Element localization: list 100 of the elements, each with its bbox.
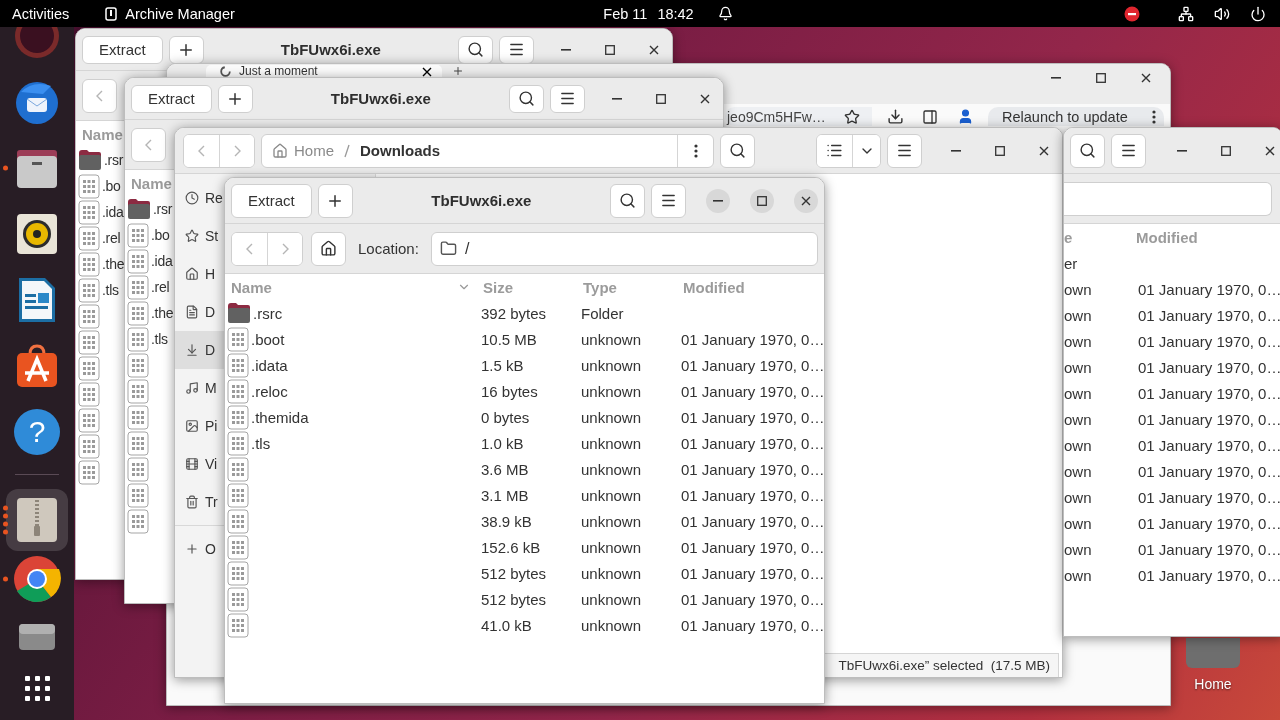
binary-file-icon: [127, 274, 149, 300]
search-button[interactable]: [610, 183, 645, 218]
binary-file-icon: [227, 404, 249, 430]
menu-button[interactable]: [1111, 133, 1146, 168]
list-icon: [826, 142, 843, 159]
chevron-left-icon: [96, 89, 103, 102]
sidebar-item[interactable]: M: [175, 369, 225, 407]
path-segment[interactable]: Downloads: [360, 142, 441, 159]
modified-date: 01 January 1970, 0…: [680, 512, 824, 530]
binary-file-icon: [227, 508, 249, 534]
file-type: unknown: [580, 434, 643, 452]
extract-button[interactable]: Extract: [82, 35, 163, 64]
binary-file-icon: [78, 329, 100, 355]
binary-file-icon: [127, 300, 149, 326]
location-field[interactable]: [1064, 181, 1272, 216]
sidebar-item[interactable]: Re: [175, 179, 225, 217]
modified-date: 01 January 1970, 0…: [1137, 358, 1280, 376]
sidebar-item[interactable]: Vi: [175, 445, 225, 483]
sidebar-item[interactable]: Tr: [175, 483, 225, 521]
menu-button[interactable]: [499, 35, 534, 64]
add-button[interactable]: [168, 35, 204, 64]
file-size: 41.0 kB: [480, 616, 533, 634]
sidebar-item[interactable]: H: [175, 255, 225, 293]
search-button[interactable]: [509, 84, 544, 113]
search-button[interactable]: [1070, 133, 1105, 168]
home-icon: [320, 240, 337, 257]
bookmark-star-icon: [844, 108, 860, 125]
modified-date: 01 January 1970, 0…: [680, 382, 824, 400]
clock-text[interactable]: 18:42: [657, 5, 694, 22]
browser-icon[interactable]: [13, 555, 61, 603]
date-text[interactable]: Feb 11: [603, 5, 648, 22]
modified-date: 01 January 1970, 0…: [1137, 566, 1280, 584]
binary-file-icon: [127, 482, 149, 508]
maximize-icon: [656, 93, 666, 104]
file-size: 3.6 MB: [480, 460, 530, 478]
menu-button[interactable]: [651, 183, 686, 218]
folder-icon: [227, 302, 251, 324]
binary-file-icon: [127, 508, 149, 534]
search-button[interactable]: [720, 133, 755, 168]
desktop-icon-label[interactable]: Home: [1194, 676, 1232, 692]
menu-icon: [660, 192, 677, 209]
close-icon: [649, 44, 659, 55]
file-type: own: [1064, 514, 1093, 532]
home-button[interactable]: [311, 231, 346, 266]
file-name: .boot: [251, 330, 285, 348]
chevron-right-icon: [233, 144, 241, 157]
binary-file-icon: [227, 482, 249, 508]
file-name: .tls: [151, 331, 168, 347]
close-button[interactable]: [794, 188, 818, 213]
modified-date: 01 January 1970, 0…: [680, 564, 824, 582]
folder-outline-icon: [439, 240, 457, 257]
sidebar-item[interactable]: D: [175, 331, 225, 369]
sidebar-item[interactable]: D: [175, 293, 225, 331]
file-type: own: [1064, 410, 1093, 428]
sidebar-item[interactable]: St: [175, 217, 225, 255]
location-field[interactable]: /: [430, 231, 818, 266]
file-name: .rel: [102, 230, 121, 246]
file-name: .tls: [102, 282, 119, 298]
path-bar[interactable]: Home Downloads: [261, 133, 714, 168]
maximize-icon: [1096, 73, 1106, 83]
add-button[interactable]: [217, 84, 253, 113]
file-name: .bo: [151, 227, 170, 243]
file-size: 512 bytes: [480, 590, 548, 608]
search-button[interactable]: [458, 35, 493, 64]
downloads-icon: [185, 343, 199, 357]
extract-button[interactable]: Extract: [231, 183, 312, 218]
modified-date: 01 January 1970, 0…: [680, 538, 824, 556]
sidebar-item[interactable]: O: [175, 530, 225, 568]
loading-icon: [220, 66, 231, 77]
modified-date: 01 January 1970, 0…: [680, 408, 824, 426]
extract-button[interactable]: Extract: [131, 84, 212, 113]
menu-button[interactable]: [550, 84, 585, 113]
maximize-button[interactable]: [750, 188, 774, 213]
help-icon[interactable]: ?: [14, 409, 60, 455]
modified-date: 01 January 1970, 0…: [1137, 514, 1280, 532]
relaunch-button[interactable]: Relaunch to update: [988, 107, 1164, 126]
path-segment[interactable]: Home: [294, 142, 334, 159]
file-type: unknown: [580, 590, 643, 608]
app-menu[interactable]: Archive Manager: [125, 5, 235, 22]
file-name: .tls: [251, 434, 271, 452]
modified-date: 01 January 1970, 0…: [680, 590, 824, 608]
modified-date: 01 January 1970, 0…: [1137, 306, 1280, 324]
modified-date: 01 January 1970, 0…: [680, 460, 824, 478]
file-type: own: [1064, 462, 1093, 480]
menu-button[interactable]: [887, 133, 922, 168]
file-size: 152.6 kB: [480, 538, 542, 556]
running-dot: [3, 505, 8, 511]
app-grid-icon[interactable]: [22, 673, 52, 703]
sidebar-item[interactable]: Pi: [175, 407, 225, 445]
binary-file-icon: [127, 222, 149, 248]
address-bar[interactable]: jeo9Cm5HFw…: [725, 107, 872, 126]
running-dot: [3, 576, 8, 582]
maximize-icon: [1221, 145, 1231, 156]
running-dot: [3, 529, 8, 535]
modified-date: 01 January 1970, 0…: [680, 616, 824, 634]
do-not-disturb-icon[interactable]: [1124, 5, 1140, 22]
activities-button[interactable]: Activities: [12, 5, 70, 22]
close-icon: [801, 195, 811, 206]
more-icon: [693, 143, 698, 158]
add-button[interactable]: [317, 183, 353, 218]
